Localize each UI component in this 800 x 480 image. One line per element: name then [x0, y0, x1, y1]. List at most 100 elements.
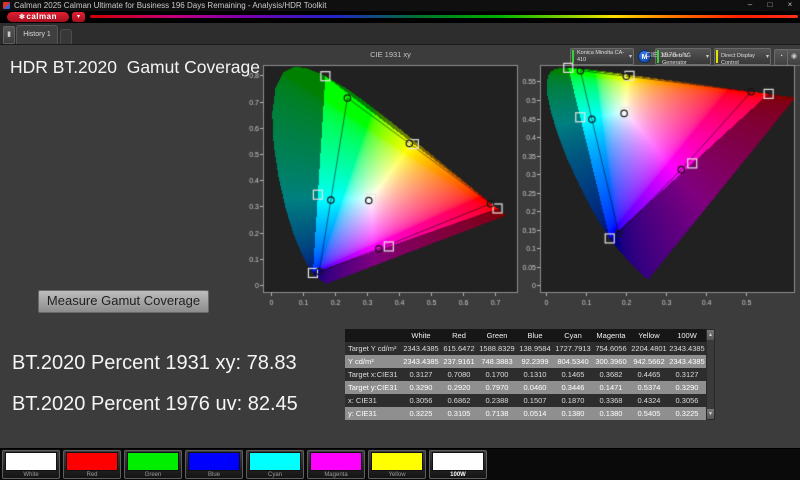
table-cell: 0.3056 — [409, 396, 433, 405]
column-header-white: White — [411, 331, 431, 340]
row-label: Target Y cd/m² — [348, 344, 397, 353]
table-cell: 2343.4385 — [403, 357, 439, 366]
measure-gamut-coverage-button[interactable]: Measure Gamut Coverage — [38, 290, 209, 313]
column-header-yellow: Yellow — [638, 331, 660, 340]
table-row: x: CIE31 0.3056 0.6862 0.2388 0.1507 0.1870 0.… — [345, 394, 706, 407]
tab-history-1[interactable]: History 1 — [16, 25, 58, 44]
table-cell: 138.9584 — [519, 344, 551, 353]
table-cell: 0.1700 — [485, 370, 509, 379]
table-cell: 0.7080 — [447, 370, 471, 379]
calman-flower-icon: ✻ — [19, 14, 26, 21]
table-cell: 0.6862 — [447, 396, 471, 405]
app-icon — [3, 2, 10, 9]
pattern-bar: WhiteRedGreenBlueCyanMagentaYellow100W ▾… — [0, 448, 800, 480]
table-corner-cell — [345, 329, 402, 342]
new-tab-button[interactable] — [60, 29, 72, 44]
table-cell: 0.3682 — [599, 370, 623, 379]
coverage-percent-1931: BT.2020 Percent 1931 xy: 78.83 — [12, 352, 297, 374]
table-cell: 2204.4801 — [631, 344, 667, 353]
table-cell: 0.2920 — [447, 383, 471, 392]
cie-1931-chart-title: CIE 1931 xy — [370, 50, 411, 59]
calman-logo-text: calman — [26, 12, 57, 21]
table-cell: 0.3105 — [447, 409, 471, 418]
table-cell: 804.5340 — [557, 357, 589, 366]
maximize-icon[interactable]: □ — [762, 0, 778, 11]
table-cell: 0.3127 — [675, 370, 699, 379]
pattern-swatch-magenta[interactable]: Magenta — [307, 450, 365, 479]
table-cell: 92.2399 — [521, 357, 549, 366]
swatch-label: Magenta — [324, 472, 348, 478]
collapse-tab-button[interactable]: ▮ — [3, 26, 15, 44]
logo-menu-button[interactable]: ▾ — [72, 12, 85, 22]
cie-1931-chart: CIE 1931 xy — [239, 50, 529, 310]
swatch-color — [66, 452, 118, 471]
calman-logo-button[interactable]: ✻calman — [7, 12, 69, 22]
table-cell: 0.1380 — [561, 409, 585, 418]
swatch-color — [371, 452, 423, 471]
gamut-results-table: White Red Green Blue Cyan Magenta Yellow 100W Ta… — [345, 329, 706, 420]
page-title: HDR BT.2020 Gamut Coverage — [10, 57, 260, 77]
table-row: Target Y cd/m² 2343.4385 615.6472 1588.8329… — [345, 342, 706, 355]
table-cell: 0.7970 — [485, 383, 509, 392]
table-cell: 300.3960 — [595, 357, 627, 366]
swatch-label: White — [23, 472, 39, 478]
table-cell: 0.4465 — [637, 370, 661, 379]
table-cell: 0.3056 — [675, 396, 699, 405]
swatch-label: Blue — [207, 472, 220, 478]
swatch-label: 100W — [450, 472, 466, 478]
table-cell: 748.3883 — [481, 357, 513, 366]
pattern-swatch-blue[interactable]: Blue — [185, 450, 243, 479]
pattern-swatch-red[interactable]: Red — [63, 450, 121, 479]
session-toolbar: ▮ History 1 Konica Minolta CA-410 08 Dis… — [0, 23, 800, 66]
pattern-swatch-yellow[interactable]: Yellow — [368, 450, 426, 479]
window-title: Calman 2025 Calman Ultimate for Business… — [14, 1, 327, 10]
pattern-swatch-cyan[interactable]: Cyan — [246, 450, 304, 479]
table-header-row: White Red Green Blue Cyan Magenta Yellow 100W — [345, 329, 706, 342]
scroll-up-icon[interactable]: ▲ — [707, 330, 714, 340]
table-cell: 0.1471 — [599, 383, 623, 392]
swatch-color — [5, 452, 57, 471]
scroll-down-icon[interactable]: ▼ — [707, 409, 714, 419]
table-cell: 0.1870 — [561, 396, 585, 405]
row-label: Target x:CIE31 — [348, 370, 398, 379]
column-header-blue: Blue — [527, 331, 543, 340]
column-header-magenta: Magenta — [596, 331, 626, 340]
table-cell: 942.5662 — [633, 357, 665, 366]
table-cell: 2343.4385 — [403, 344, 439, 353]
table-cell: 0.5374 — [637, 383, 661, 392]
table-cell: 0.3225 — [409, 409, 433, 418]
table-cell: 2343.4385 — [669, 344, 705, 353]
table-cell: 0.3225 — [675, 409, 699, 418]
table-cell: 0.3290 — [675, 383, 699, 392]
pattern-swatch-white[interactable]: White — [2, 450, 60, 479]
table-cell: 237.9161 — [443, 357, 475, 366]
column-header-100w: 100W — [677, 331, 697, 340]
table-cell: 754.6056 — [595, 344, 627, 353]
row-label: x: CIE31 — [348, 396, 377, 405]
table-scrollbar[interactable]: ▲ ▼ — [706, 329, 715, 420]
swatch-label: Cyan — [267, 472, 282, 478]
table-row: Y cd/m² 2343.4385 237.9161 748.3883 92.2399 8… — [345, 355, 706, 368]
window-titlebar: Calman 2025 Calman Ultimate for Business… — [0, 0, 800, 11]
table-cell: 0.2388 — [485, 396, 509, 405]
table-cell: 0.1310 — [523, 370, 547, 379]
table-cell: 0.1507 — [523, 396, 547, 405]
pattern-swatch-green[interactable]: Green — [124, 450, 182, 479]
coverage-percent-1976: BT.2020 Percent 1976 uv: 82.45 — [12, 393, 298, 415]
pattern-swatch-100w[interactable]: 100W — [429, 450, 487, 479]
swatch-label: Yellow — [388, 472, 406, 478]
cie-1976-plot — [516, 61, 800, 309]
table-cell: 0.0514 — [523, 409, 547, 418]
swatch-color — [249, 452, 301, 471]
table-cell: 0.3368 — [599, 396, 623, 405]
table-cell: 1727.7913 — [555, 344, 591, 353]
cie-1976-chart-title: CIE 1976 u'v' — [645, 50, 690, 59]
table-cell: 2343.4385 — [669, 357, 705, 366]
close-icon[interactable]: × — [782, 0, 798, 11]
minimize-icon[interactable]: – — [742, 0, 758, 11]
table-cell: 0.1380 — [599, 409, 623, 418]
calman-app-window: Calman 2025 Calman Ultimate for Business… — [0, 0, 800, 480]
swatch-color — [127, 452, 179, 471]
table-row: y: CIE31 0.3225 0.3105 0.7138 0.0514 0.1380 0.… — [345, 407, 706, 420]
swatch-label: Green — [144, 472, 162, 478]
